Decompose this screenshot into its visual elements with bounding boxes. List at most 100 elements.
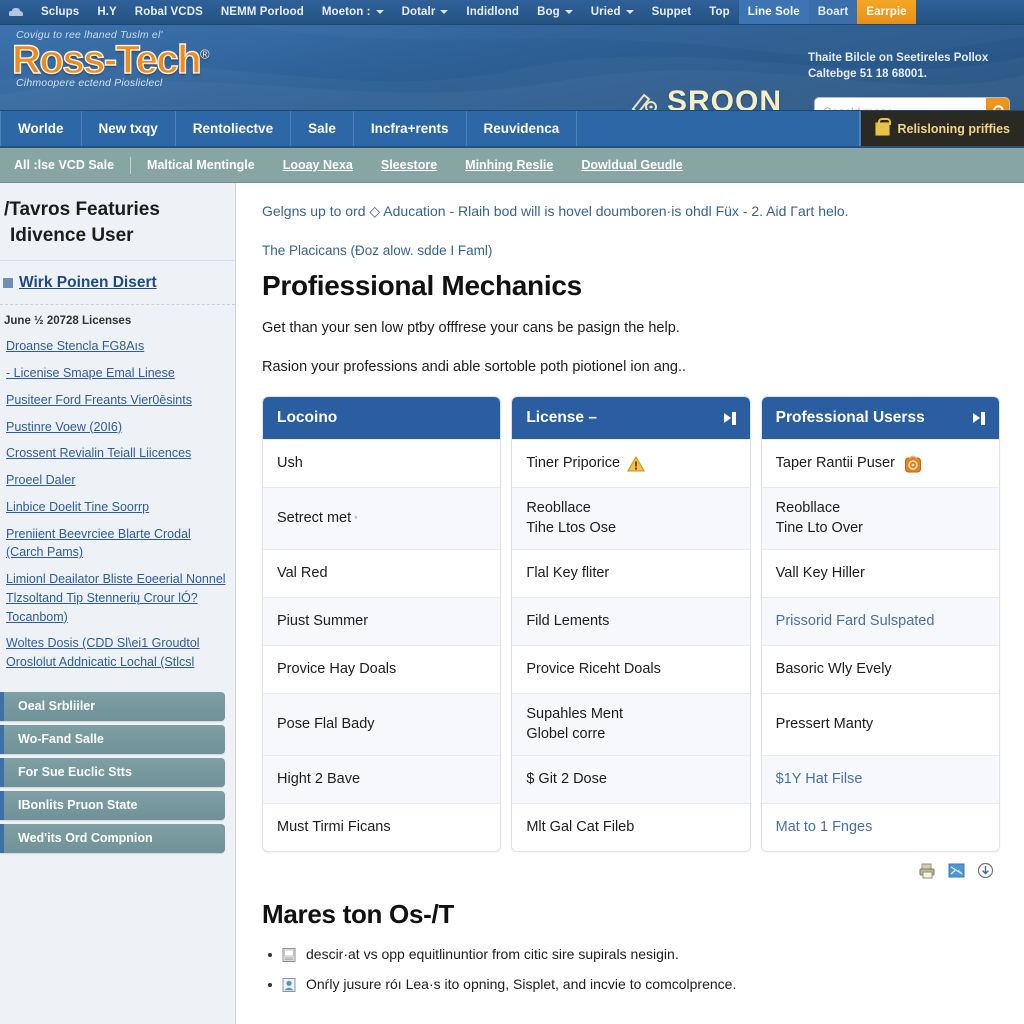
- table-row[interactable]: Hight 2 Bave: [263, 755, 501, 804]
- table-row[interactable]: Reobllace Tihe Ltos Ose: [512, 487, 750, 550]
- feature-bullet-list: descir·at vs opp equitlinuntior from cit…: [262, 944, 1000, 995]
- sidebar-link-9[interactable]: Woltes Dosis (CDD Sl\ei1 Groudtol Oroslo…: [4, 630, 229, 676]
- section-title: Mares ton Os-/T: [262, 899, 454, 930]
- top-nav-item-9[interactable]: Uried: [582, 0, 643, 24]
- print-icon[interactable]: [919, 862, 936, 879]
- main-nav-item-3[interactable]: Sale: [291, 111, 354, 146]
- top-nav-label: Line Sole: [747, 6, 800, 18]
- email-check-icon[interactable]: [948, 862, 965, 879]
- row-label: Setrect met: [277, 510, 352, 527]
- intro-paragraph-2: Rasion your professions andi able sortob…: [262, 359, 686, 376]
- search-submit-button[interactable]: [986, 98, 1009, 110]
- main-nav-item-0[interactable]: Worlde: [0, 111, 82, 146]
- sub-nav-item-3[interactable]: Minhing Reslie: [451, 158, 567, 172]
- sidebar-link-6[interactable]: Linbice Doelit Tine Soorrp: [4, 494, 229, 521]
- top-nav-item-active[interactable]: Line Sole: [738, 0, 809, 24]
- table-row[interactable]: $1Y Hat Filse: [761, 755, 999, 804]
- sidebar-button-3[interactable]: IBonlits Pruon State: [0, 790, 225, 820]
- table-row[interactable]: Provice Riceht Doals: [512, 645, 750, 693]
- top-nav-item-1[interactable]: Sclups: [32, 0, 88, 24]
- table-row[interactable]: $ Git 2 Dose: [512, 755, 750, 804]
- top-nav-label: Uried: [590, 6, 621, 18]
- top-nav-item-8[interactable]: Bog: [528, 0, 582, 24]
- sidebar-primary-link[interactable]: Wirk Poinen Disert: [0, 261, 235, 306]
- sidebar-button-2[interactable]: For Sue Euclic Stts: [0, 757, 225, 787]
- scanner-tool-icon: [631, 93, 657, 110]
- brandmark-text: SROON: [667, 85, 783, 111]
- sub-nav-title: All :lse VCD Sale: [14, 158, 115, 172]
- table-row[interactable]: Piust Summer: [263, 597, 501, 646]
- main-nav-item-5[interactable]: Reuvidenca: [467, 111, 578, 146]
- table-row[interactable]: Γlal Key fliter: [512, 549, 750, 597]
- banner-notice: Thaite Bilcle on Seetireles Pollox Calte…: [808, 51, 1008, 82]
- top-nav-item-10[interactable]: Suppet: [643, 0, 701, 24]
- top-nav-item-4[interactable]: NEMM Porlood: [212, 0, 313, 24]
- jump-to-end-icon[interactable]: [972, 411, 985, 425]
- main-nav-item-2[interactable]: Rentoliectve: [176, 111, 292, 146]
- car-icon: [9, 7, 23, 18]
- row-label: Γlal Key fliter: [526, 565, 610, 582]
- table-row[interactable]: Vall Key Hiller: [761, 549, 999, 597]
- sub-nav-item-1[interactable]: Looay Nexa: [269, 158, 367, 172]
- sub-nav-item-0[interactable]: Maltical Mentingle: [133, 158, 269, 172]
- table-row[interactable]: Ush: [263, 439, 501, 487]
- sidebar-heading-line-2: Idivence User: [10, 224, 134, 246]
- main-nav-item-1[interactable]: New txqy: [82, 111, 176, 146]
- top-nav-item-home[interactable]: [0, 0, 32, 24]
- table-row[interactable]: Must Tirmi Ficans: [263, 803, 501, 851]
- breadcrumb[interactable]: Gelgns up to ord ◇ Aducation - Rlaih bod…: [262, 201, 1000, 221]
- card-title: Professional Userss: [775, 409, 925, 427]
- top-nav-item-6[interactable]: Dotalr: [393, 0, 458, 24]
- sidebar-button-0[interactable]: Oeal Srbliiler: [0, 691, 225, 721]
- user-badge-icon: [282, 977, 296, 992]
- sidebar-link-3[interactable]: Pustinre Voew (20I6): [4, 414, 229, 441]
- sidebar-button-1[interactable]: Wo-Fand Salle: [0, 724, 225, 754]
- table-row[interactable]: Basoric Wly Evely: [761, 645, 999, 693]
- table-row[interactable]: Setrect met *: [263, 487, 501, 550]
- table-row[interactable]: Val Red: [263, 549, 501, 597]
- table-row[interactable]: Tiner Priporice: [512, 439, 750, 487]
- jump-to-end-icon[interactable]: [723, 411, 736, 425]
- sidebar-link-0[interactable]: Droanse Stencla FG8Aıs: [4, 333, 229, 360]
- table-row[interactable]: Pressert Manty: [761, 693, 999, 755]
- table-row[interactable]: Provice Hay Doals: [263, 645, 501, 693]
- bullet-square-icon: [3, 278, 13, 289]
- top-nav-item-11[interactable]: Top: [700, 0, 739, 24]
- table-row[interactable]: Prissorid Fard Sulspated: [761, 597, 999, 646]
- sidebar-button-4[interactable]: Wed'its Ord Compnion: [0, 823, 225, 853]
- site-logo[interactable]: Covigu to ree lhaned Tuslm el' Ross-Tech…: [11, 29, 312, 89]
- sidebar-link-4[interactable]: Crossent Revialin Teiall Liicences: [4, 440, 229, 467]
- sidebar-link-8[interactable]: Limionl Deailator Bliste Eoeerial Nonnel…: [4, 566, 229, 630]
- top-nav-item-5[interactable]: Moeton :: [313, 0, 393, 24]
- top-nav-item-7[interactable]: Indidlond: [457, 0, 528, 24]
- row-label: Provice Riceht Doals: [526, 661, 661, 678]
- site-search[interactable]: [814, 97, 1010, 110]
- table-row[interactable]: Fild Lements: [512, 597, 750, 646]
- top-nav-item-13[interactable]: Boart: [808, 0, 858, 24]
- download-icon[interactable]: [977, 862, 994, 879]
- top-nav-item-3[interactable]: Robal VCDS: [126, 0, 212, 24]
- sidebar-link-2[interactable]: Pusiteer Ford Freants Vier0ēsints: [4, 387, 229, 414]
- main-nav-item-4[interactable]: Incfra+rents: [354, 111, 467, 146]
- top-nav-cta-button[interactable]: Earrpie: [857, 0, 916, 24]
- row-label: Pressert Manty: [775, 716, 874, 733]
- table-row[interactable]: Pose Flal Bady: [263, 693, 501, 756]
- sidebar-link-5[interactable]: Proeel Daler: [4, 467, 229, 494]
- sub-nav-item-2[interactable]: Sleestore: [367, 158, 451, 172]
- table-row[interactable]: Reobllace Tine Lto Over: [761, 487, 999, 550]
- table-row[interactable]: Mlt Gal Cat Fileb: [512, 803, 750, 851]
- sidebar-link-1[interactable]: - Licenise Smape Emal Linese: [4, 360, 229, 387]
- table-row[interactable]: Mat to 1 Fnges: [761, 803, 999, 851]
- top-nav-label: Boart: [817, 6, 849, 18]
- search-input[interactable]: [815, 98, 986, 110]
- sidebar-link-7[interactable]: Preniient Beevrciee Blarte Crodal (Carch…: [4, 521, 229, 567]
- page-tools: [262, 852, 1000, 879]
- top-nav-item-2[interactable]: H.Y: [88, 0, 125, 24]
- table-row[interactable]: Taper Rantii Puser: [761, 439, 999, 487]
- sub-nav-item-4[interactable]: Dowldual Geudle: [567, 158, 696, 172]
- cart-button[interactable]: Relisloning priffies: [860, 111, 1024, 146]
- warning-icon: [627, 455, 646, 472]
- table-row[interactable]: Supahles Ment Globel corre: [512, 693, 750, 756]
- row-label: Val Red: [277, 565, 328, 582]
- card-license: License – Tiner Priporice Reobllace Tihe…: [511, 396, 751, 853]
